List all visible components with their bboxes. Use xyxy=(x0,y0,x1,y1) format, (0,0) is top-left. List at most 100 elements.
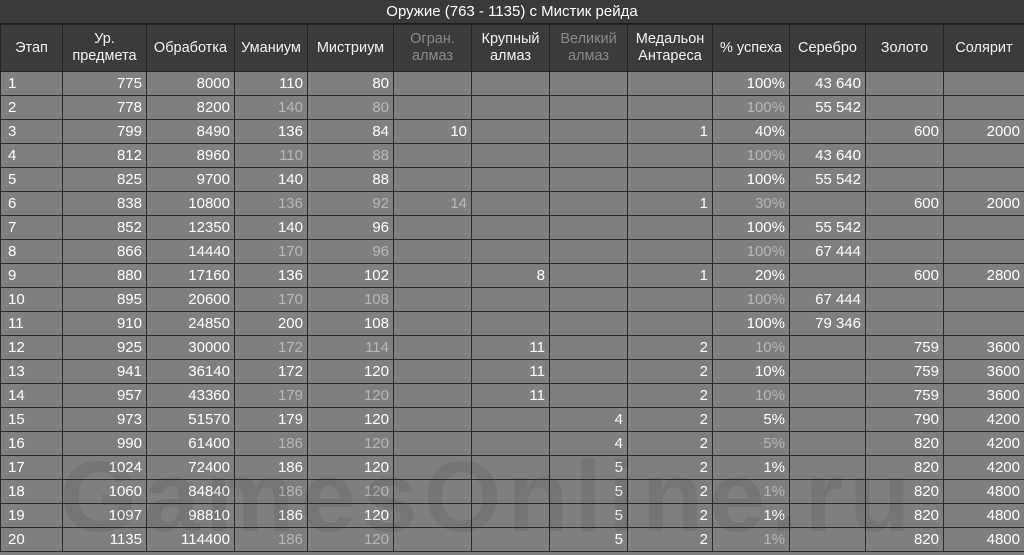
table-cell: 9700 xyxy=(147,168,235,192)
table-cell xyxy=(790,528,866,552)
header-row: ЭтапУр. предметаОбработкаУманиумМистриум… xyxy=(1,25,1024,72)
table-cell: 820 xyxy=(866,528,944,552)
table-cell xyxy=(472,432,550,456)
table-cell: 4200 xyxy=(944,456,1024,480)
table-cell xyxy=(472,456,550,480)
table-cell xyxy=(790,360,866,384)
table-cell xyxy=(394,312,472,336)
table-cell: 838 xyxy=(63,192,147,216)
table-cell xyxy=(550,72,628,96)
table-title: Оружие (763 - 1135) с Мистик рейда xyxy=(0,0,1024,24)
table-cell: 3 xyxy=(1,120,63,144)
table-cell: 759 xyxy=(866,384,944,408)
table-cell xyxy=(550,168,628,192)
table-cell: 19 xyxy=(1,504,63,528)
table-cell xyxy=(394,480,472,504)
table-cell: 957 xyxy=(63,384,147,408)
table-cell xyxy=(790,120,866,144)
table-cell: 2000 xyxy=(944,120,1024,144)
table-cell xyxy=(472,504,550,528)
table-cell: 200 xyxy=(235,312,308,336)
upgrade-table: ЭтапУр. предметаОбработкаУманиумМистриум… xyxy=(0,24,1024,552)
table-cell: 895 xyxy=(63,288,147,312)
table-cell xyxy=(394,288,472,312)
table-cell: 170 xyxy=(235,288,308,312)
table-cell: 2 xyxy=(628,480,713,504)
table-cell xyxy=(866,168,944,192)
table-cell: 84840 xyxy=(147,480,235,504)
table-row: 201135114400186120521%8204800 xyxy=(1,528,1024,552)
table-cell: 120 xyxy=(308,528,394,552)
table-cell: 102 xyxy=(308,264,394,288)
table-cell: 24850 xyxy=(147,312,235,336)
table-cell: 120 xyxy=(308,432,394,456)
table-cell: 11 xyxy=(472,360,550,384)
table-cell: 88 xyxy=(308,144,394,168)
table-cell: 1% xyxy=(713,480,790,504)
table-cell: 2800 xyxy=(944,264,1024,288)
table-cell: 30% xyxy=(713,192,790,216)
table-cell: 120 xyxy=(308,384,394,408)
table-cell xyxy=(550,192,628,216)
table-cell: 110 xyxy=(235,144,308,168)
table-row: 149574336017912011210%7593600 xyxy=(1,384,1024,408)
column-header: Мистриум xyxy=(308,25,394,72)
table-cell xyxy=(472,120,550,144)
table-cell xyxy=(394,528,472,552)
table-cell: 30000 xyxy=(147,336,235,360)
table-cell: 179 xyxy=(235,408,308,432)
table-cell: 2 xyxy=(628,456,713,480)
table-row: 1699061400186120425%8204200 xyxy=(1,432,1024,456)
table-cell: 8 xyxy=(472,264,550,288)
table-cell: 61400 xyxy=(147,432,235,456)
table-cell: 790 xyxy=(866,408,944,432)
table-cell xyxy=(394,144,472,168)
table-cell xyxy=(394,408,472,432)
table-row: 1089520600170108100%67 444 xyxy=(1,288,1024,312)
table-cell: 10800 xyxy=(147,192,235,216)
table-row: 4812896011088100%43 640 xyxy=(1,144,1024,168)
table-cell: 3600 xyxy=(944,360,1024,384)
table-cell: 186 xyxy=(235,504,308,528)
table-body: 1775800011080100%43 6402778820014080100%… xyxy=(1,72,1024,552)
table-row: 379984901368410140%6002000 xyxy=(1,120,1024,144)
table-cell: 600 xyxy=(866,264,944,288)
table-cell: 43 640 xyxy=(790,144,866,168)
table-cell xyxy=(472,528,550,552)
table-cell: 1024 xyxy=(63,456,147,480)
table-cell xyxy=(790,336,866,360)
table-cell xyxy=(866,216,944,240)
table-cell xyxy=(790,432,866,456)
table-cell: 170 xyxy=(235,240,308,264)
table-cell: 114400 xyxy=(147,528,235,552)
table-cell xyxy=(472,408,550,432)
table-cell xyxy=(550,384,628,408)
table-cell: 1135 xyxy=(63,528,147,552)
table-cell: 10% xyxy=(713,336,790,360)
column-header: Крупный алмаз xyxy=(472,25,550,72)
table-cell xyxy=(866,240,944,264)
table-cell: 17 xyxy=(1,456,63,480)
table-cell xyxy=(394,432,472,456)
table-cell: 1097 xyxy=(63,504,147,528)
column-header: Этап xyxy=(1,25,63,72)
table-cell xyxy=(394,336,472,360)
table-cell: 96 xyxy=(308,240,394,264)
table-row: 19109798810186120521%8204800 xyxy=(1,504,1024,528)
table-cell xyxy=(628,72,713,96)
table-cell: 55 542 xyxy=(790,216,866,240)
table-cell: 1 xyxy=(628,264,713,288)
table-cell xyxy=(394,240,472,264)
table-cell: 4800 xyxy=(944,528,1024,552)
table-cell: 172 xyxy=(235,360,308,384)
table-cell: 1 xyxy=(1,72,63,96)
table-cell xyxy=(628,96,713,120)
table-cell: 8000 xyxy=(147,72,235,96)
table-cell: 3600 xyxy=(944,384,1024,408)
table-cell: 1 xyxy=(628,192,713,216)
table-cell xyxy=(550,288,628,312)
table-cell: 80 xyxy=(308,72,394,96)
table-cell: 140 xyxy=(235,216,308,240)
table-row: 78521235014096100%55 542 xyxy=(1,216,1024,240)
table-cell: 600 xyxy=(866,120,944,144)
